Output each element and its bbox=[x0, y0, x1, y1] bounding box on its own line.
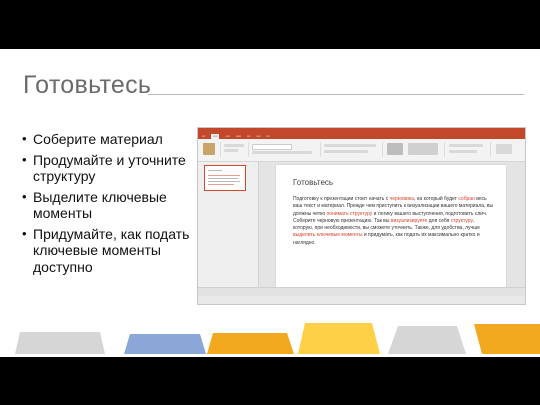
bullet-dot-icon: • bbox=[22, 225, 27, 241]
bullet-list: • Соберите материал • Продумайте и уточнит… bbox=[22, 131, 192, 279]
bullet-text: Продумайте и уточните структуру bbox=[33, 151, 186, 185]
arrange-icon bbox=[408, 143, 438, 155]
font-format-row bbox=[252, 151, 312, 154]
shapes-icon bbox=[387, 143, 403, 155]
bullet-item: • Придумайте, как подать ключевые моменты… bbox=[22, 226, 192, 276]
paste-icon bbox=[203, 143, 215, 155]
thumb-line bbox=[208, 178, 238, 179]
slide-title: Готовьтесь bbox=[23, 71, 152, 99]
paragraph-row bbox=[324, 144, 376, 147]
bullet-dot-icon: • bbox=[22, 131, 27, 146]
ribbon-group bbox=[446, 142, 491, 157]
ribbon-control bbox=[224, 149, 238, 152]
body-text: , на который будет bbox=[413, 196, 459, 202]
ppt-slide-body: Подготовку к презентации стоит начать с … bbox=[293, 196, 495, 247]
body-text: Подготовку к презентации стоит начать с bbox=[293, 196, 390, 202]
ribbon-group bbox=[492, 142, 520, 157]
slide: Готовьтесь • Соберите материал • Продумайт… bbox=[0, 49, 540, 357]
ppt-slide-canvas: Готовьтесь Подготовку к презентации стои… bbox=[276, 165, 506, 292]
ribbon-group bbox=[222, 142, 249, 157]
ppt-slide-title: Готовьтесь bbox=[293, 178, 334, 187]
bullet-dot-icon: • bbox=[22, 151, 27, 167]
ppt-titlebar bbox=[198, 128, 525, 134]
bullet-item: • Соберите материал bbox=[22, 131, 192, 148]
body-text: для себя bbox=[427, 217, 451, 224]
thumb-line bbox=[208, 184, 234, 185]
bullet-text: Выделите ключевые моменты bbox=[33, 188, 167, 222]
ppt-workspace: Готовьтесь Подготовку к презентации стои… bbox=[198, 162, 525, 296]
bullet-text: Придумайте, как подать ключевые моменты … bbox=[33, 225, 190, 275]
bullet-dot-icon: • bbox=[22, 188, 27, 204]
editing-icon bbox=[496, 144, 512, 154]
bullet-item: • Выделите ключевые моменты bbox=[22, 189, 192, 222]
powerpoint-screenshot: ▪▪▪ ▪▪▪▪ ▪▪▪▪ ▪▪▪▪▪ ▪▪▪ ▪▪▪▪ ▪▪▪ Готовьт… bbox=[197, 127, 526, 305]
bullet-text: Соберите материал bbox=[33, 131, 163, 147]
slide-thumbnails-panel bbox=[198, 162, 259, 296]
thumb-line bbox=[208, 181, 240, 182]
bullet-item: • Продумайте и уточните структуру bbox=[22, 152, 192, 185]
thumb-line bbox=[208, 175, 240, 176]
thumb-line bbox=[208, 170, 222, 171]
highlighted-text: выделить ключевые моменты bbox=[293, 232, 363, 239]
ribbon-control bbox=[224, 144, 244, 147]
ribbon-control bbox=[449, 144, 483, 147]
highlighted-text: визуализируете bbox=[390, 217, 428, 224]
ppt-ribbon bbox=[198, 139, 525, 162]
slide-thumbnail bbox=[204, 165, 246, 191]
highlighted-text: собран bbox=[458, 196, 475, 202]
ribbon-group bbox=[384, 142, 445, 157]
font-select bbox=[252, 144, 292, 150]
ribbon-group bbox=[322, 142, 383, 157]
paragraph-row bbox=[324, 150, 368, 153]
ppt-status-bar bbox=[198, 287, 525, 296]
ribbon-group bbox=[200, 142, 221, 157]
highlighted-text: структуру bbox=[450, 217, 473, 224]
ribbon-group bbox=[250, 142, 321, 157]
highlighted-text: черновика bbox=[389, 196, 414, 202]
ribbon-control bbox=[449, 150, 477, 153]
highlighted-text: понимать структуру bbox=[326, 210, 373, 217]
title-divider bbox=[148, 94, 524, 95]
